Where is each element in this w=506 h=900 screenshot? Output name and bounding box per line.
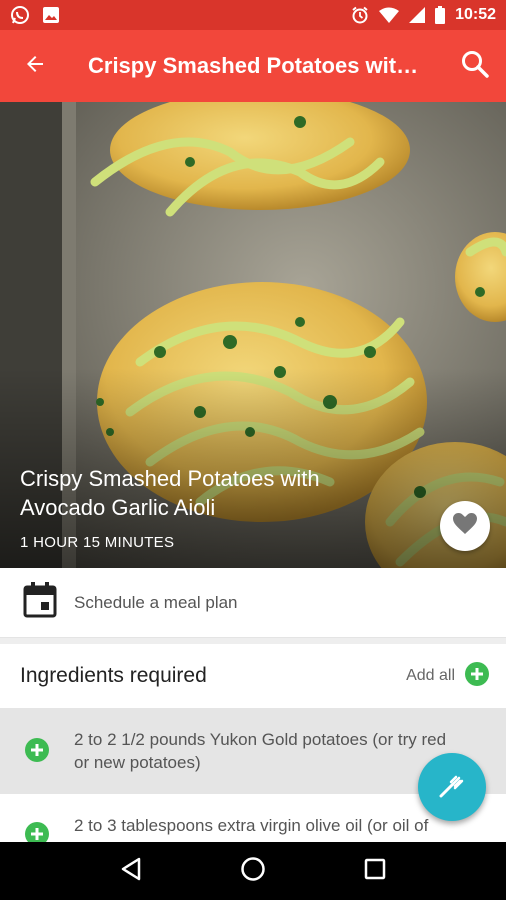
schedule-meal-plan[interactable]: Schedule a meal plan bbox=[0, 568, 506, 638]
arrow-back-icon bbox=[23, 52, 47, 81]
image-icon bbox=[42, 6, 60, 24]
recipe-hero: Crispy Smashed Potatoes with Avocado Gar… bbox=[0, 102, 506, 568]
home-circle-icon bbox=[240, 856, 266, 887]
fork-icon bbox=[439, 772, 465, 803]
schedule-label: Schedule a meal plan bbox=[74, 592, 238, 612]
system-nav-bar bbox=[0, 842, 506, 900]
calendar-icon bbox=[23, 582, 57, 623]
back-triangle-icon bbox=[120, 857, 142, 886]
search-button[interactable] bbox=[444, 30, 506, 102]
add-circle-icon bbox=[465, 661, 489, 691]
back-button[interactable] bbox=[0, 30, 70, 102]
status-time: 10:52 bbox=[455, 6, 496, 23]
page-title: Crispy Smashed Potatoes wit… bbox=[88, 53, 419, 78]
favorite-button[interactable] bbox=[440, 501, 490, 551]
cook-fab-button[interactable] bbox=[418, 753, 486, 821]
recents-square-icon bbox=[364, 858, 386, 885]
ingredients-heading: Ingredients required bbox=[20, 664, 207, 687]
app-bar: Crispy Smashed Potatoes wit… bbox=[0, 30, 506, 102]
signal-icon bbox=[409, 7, 426, 23]
ingredients-header: Ingredients required Add all bbox=[0, 644, 506, 708]
battery-icon bbox=[435, 6, 446, 24]
add-all-button[interactable]: Add all bbox=[406, 661, 506, 691]
add-ingredient-icon[interactable] bbox=[25, 822, 49, 842]
wifi-icon bbox=[379, 7, 400, 23]
heart-icon bbox=[453, 512, 477, 540]
alarm-icon bbox=[351, 6, 369, 24]
add-all-label: Add all bbox=[406, 667, 455, 684]
nav-recents-button[interactable] bbox=[355, 851, 395, 891]
status-bar: 10:52 bbox=[0, 0, 506, 30]
whatsapp-icon bbox=[10, 5, 30, 25]
nav-back-button[interactable] bbox=[111, 851, 151, 891]
recipe-title: Crispy Smashed Potatoes with Avocado Gar… bbox=[20, 466, 320, 520]
search-icon bbox=[460, 49, 490, 84]
add-ingredient-icon[interactable] bbox=[25, 738, 49, 767]
nav-home-button[interactable] bbox=[233, 851, 273, 891]
recipe-duration: 1 HOUR 15 MINUTES bbox=[20, 534, 175, 551]
